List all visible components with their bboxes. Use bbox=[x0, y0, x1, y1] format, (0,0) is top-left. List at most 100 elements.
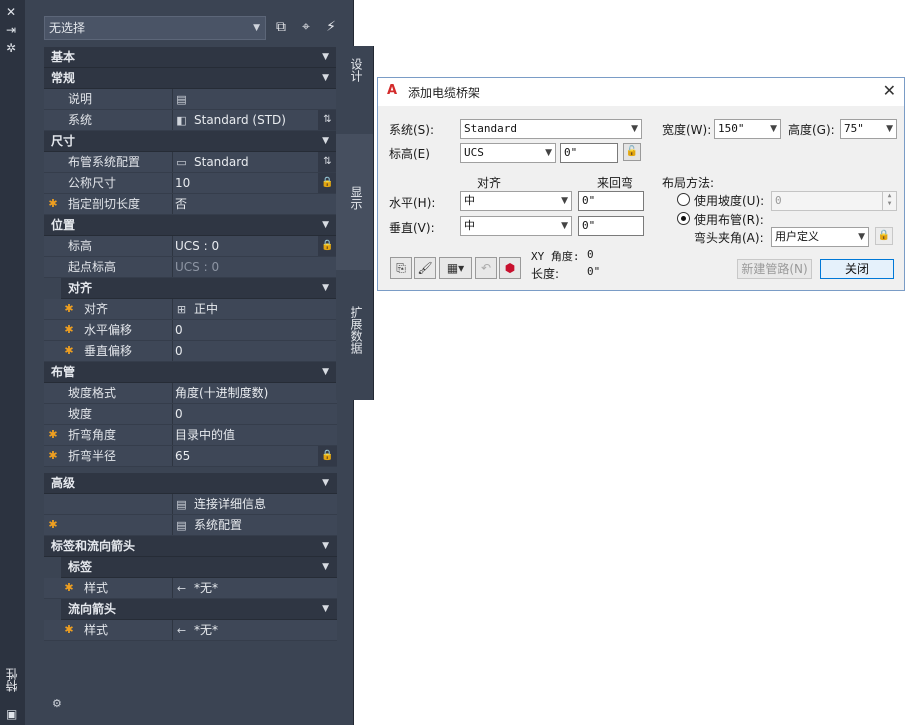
prop-connection-details[interactable]: ▤ 连接详细信息 bbox=[44, 494, 337, 515]
category-general[interactable]: 常规 ▼ bbox=[44, 68, 337, 89]
vertical-value: 中 bbox=[464, 219, 475, 232]
chevron-down-icon: ▼ bbox=[770, 124, 777, 134]
tab-extended-data[interactable]: 扩展数据 bbox=[336, 270, 374, 400]
prop-vertical-offset[interactable]: ✱ 垂直偏移 0 bbox=[44, 341, 337, 362]
prop-cut-length[interactable]: ✱ 指定剖切长度 否 bbox=[44, 194, 337, 215]
asterisk-icon: ✱ bbox=[64, 302, 74, 315]
add-tool-icon[interactable]: ⧉ bbox=[272, 18, 290, 36]
routing-pref-value: Standard bbox=[194, 155, 249, 169]
horizontal-combo[interactable]: 中 ▼ bbox=[460, 191, 572, 211]
tab-design[interactable]: 设计 bbox=[336, 46, 374, 134]
lock-icon[interactable]: 🔒 bbox=[318, 236, 337, 256]
category-routing[interactable]: 布管 ▼ bbox=[44, 362, 337, 383]
length-value: 0" bbox=[587, 265, 601, 278]
chevron-down-icon: ▼ bbox=[858, 232, 865, 242]
undo-icon[interactable]: ↶ bbox=[475, 257, 497, 279]
prop-slope-format[interactable]: 坡度格式 角度(十进制度数) bbox=[44, 383, 337, 404]
tab-label: 设计 bbox=[349, 58, 363, 82]
elevation-ucs-combo[interactable]: UCS ▼ bbox=[460, 143, 556, 163]
prop-routing-preference[interactable]: 布管系统配置 ▭ Standard ⇅ bbox=[44, 152, 337, 173]
elbow-angle-value: 用户定义 bbox=[775, 230, 819, 243]
tab-display[interactable]: 显示 bbox=[336, 134, 374, 270]
asterisk-icon: ✱ bbox=[48, 518, 58, 531]
chevron-down-icon: ▼ bbox=[886, 124, 893, 134]
prop-description[interactable]: 说明 ▤ bbox=[44, 89, 337, 110]
prop-value: 否 bbox=[175, 197, 188, 211]
use-routing-label: 使用布管(R): bbox=[694, 213, 764, 227]
system-combo[interactable]: Standard ▼ bbox=[460, 119, 642, 139]
dialog-titlebar[interactable]: A 添加电缆桥架 ✕ bbox=[378, 78, 904, 106]
use-routing-radio[interactable] bbox=[677, 212, 690, 225]
new-run-button[interactable]: 新建管路(N) bbox=[737, 259, 812, 279]
prop-system[interactable]: 系统 ◧ Standard (STD) ⇅ bbox=[44, 110, 337, 131]
subcategory-flow-arrow[interactable]: 流向箭头 ▼ bbox=[61, 599, 337, 620]
prop-value: ▭ Standard bbox=[175, 152, 315, 173]
lock-icon[interactable]: 🔓 bbox=[623, 143, 641, 161]
category-location[interactable]: 位置 ▼ bbox=[44, 215, 337, 236]
delete-icon[interactable]: ⬢ bbox=[499, 257, 521, 279]
category-dimension[interactable]: 尺寸 ▼ bbox=[44, 131, 337, 152]
height-combo[interactable]: 75" ▼ bbox=[840, 119, 897, 139]
close-button[interactable]: 关闭 bbox=[820, 259, 894, 279]
prop-value: ▤ 系统配置 bbox=[175, 515, 315, 536]
select-objects-icon[interactable]: ⌖ bbox=[297, 18, 315, 36]
system-config-link[interactable]: 系统配置 bbox=[194, 518, 242, 532]
prop-start-elevation[interactable]: 起点标高 UCS : 0 bbox=[44, 257, 337, 278]
arrow-style-value: *无* bbox=[194, 623, 219, 637]
prop-tag-style[interactable]: ✱ 样式 ← *无* bbox=[44, 578, 337, 599]
chevron-down-icon: ▼ bbox=[322, 367, 329, 377]
lock-icon[interactable]: 🔒 bbox=[875, 227, 893, 245]
quick-select-icon[interactable]: ⚡ bbox=[322, 18, 340, 36]
category-basic[interactable]: 基本 ▼ bbox=[44, 47, 337, 68]
worksheet-icon[interactable]: ▤ bbox=[175, 516, 188, 536]
pick-icon[interactable]: ⇅ bbox=[318, 152, 337, 172]
palette-properties-icon[interactable]: ✲ bbox=[6, 42, 16, 54]
customize-icon[interactable]: ⚙ bbox=[52, 697, 62, 710]
prop-justification[interactable]: ✱ 对齐 ⊞ 正中 bbox=[44, 299, 337, 320]
connection-details-link[interactable]: 连接详细信息 bbox=[194, 497, 266, 511]
convert-icon[interactable]: ⎘ bbox=[390, 257, 412, 279]
auto-hide-icon[interactable]: ⇥ bbox=[6, 24, 16, 36]
slope-input[interactable]: 0 ▲ ▼ bbox=[771, 191, 897, 211]
spinner-icon[interactable]: ▲ ▼ bbox=[882, 192, 896, 210]
elbow-angle-combo[interactable]: 用户定义 ▼ bbox=[771, 227, 869, 247]
prop-bend-angle[interactable]: ✱ 折弯角度 目录中的值 bbox=[44, 425, 337, 446]
lock-icon[interactable]: 🔒 bbox=[318, 173, 337, 193]
width-combo[interactable]: 150" ▼ bbox=[714, 119, 781, 139]
prop-nominal-size[interactable]: 公称尺寸 10 🔒 bbox=[44, 173, 337, 194]
subcategory-justification[interactable]: 对齐 ▼ bbox=[61, 278, 337, 299]
prop-slope[interactable]: 坡度 0 bbox=[44, 404, 337, 425]
elevation-input[interactable]: 0" bbox=[560, 143, 618, 163]
vertical-combo[interactable]: 中 ▼ bbox=[460, 216, 572, 236]
subcategory-tag[interactable]: 标签 ▼ bbox=[61, 557, 337, 578]
style-arrow-icon: ← bbox=[176, 624, 187, 637]
match-properties-icon[interactable]: 🖌 bbox=[414, 257, 436, 279]
routing-pref-icon: ▭ bbox=[176, 156, 187, 169]
lock-icon[interactable]: 🔒 bbox=[318, 446, 337, 466]
prop-system-config[interactable]: ✱ ▤ 系统配置 bbox=[44, 515, 337, 536]
prop-value: ▤ 连接详细信息 bbox=[175, 494, 315, 515]
prop-elevation[interactable]: 标高 UCS : 0 🔒 bbox=[44, 236, 337, 257]
chevron-down-icon: ▼ bbox=[253, 23, 260, 33]
use-slope-radio[interactable] bbox=[677, 193, 690, 206]
category-advanced[interactable]: 高级 ▼ bbox=[44, 473, 337, 494]
chevron-down-icon: ▼ bbox=[322, 283, 329, 293]
compass-options-icon[interactable]: ▦▾ bbox=[439, 257, 472, 279]
pick-icon[interactable]: ⇅ bbox=[318, 110, 337, 130]
autocad-logo-icon: A bbox=[387, 83, 398, 98]
close-icon[interactable]: ✕ bbox=[883, 81, 896, 100]
category-tags-arrows[interactable]: 标签和流向箭头 ▼ bbox=[44, 536, 337, 557]
return-header: 来回弯 bbox=[597, 176, 634, 190]
prop-bend-radius[interactable]: ✱ 折弯半径 65 🔒 bbox=[44, 446, 337, 467]
prop-arrow-style[interactable]: ✱ 样式 ← *无* bbox=[44, 620, 337, 641]
chevron-down-icon: ▼ bbox=[322, 478, 329, 488]
worksheet-icon[interactable]: ▤ bbox=[175, 495, 188, 515]
prop-value: ▤ bbox=[175, 89, 315, 110]
worksheet-icon[interactable]: ▤ bbox=[175, 90, 188, 110]
palette-menu-icon[interactable]: ▣ bbox=[6, 708, 17, 720]
close-icon[interactable]: ✕ bbox=[6, 6, 16, 18]
selection-dropdown[interactable]: 无选择 ▼ bbox=[44, 16, 266, 40]
prop-horizontal-offset[interactable]: ✱ 水平偏移 0 bbox=[44, 320, 337, 341]
vertical-offset-input[interactable]: 0" bbox=[578, 216, 644, 236]
horizontal-offset-input[interactable]: 0" bbox=[578, 191, 644, 211]
